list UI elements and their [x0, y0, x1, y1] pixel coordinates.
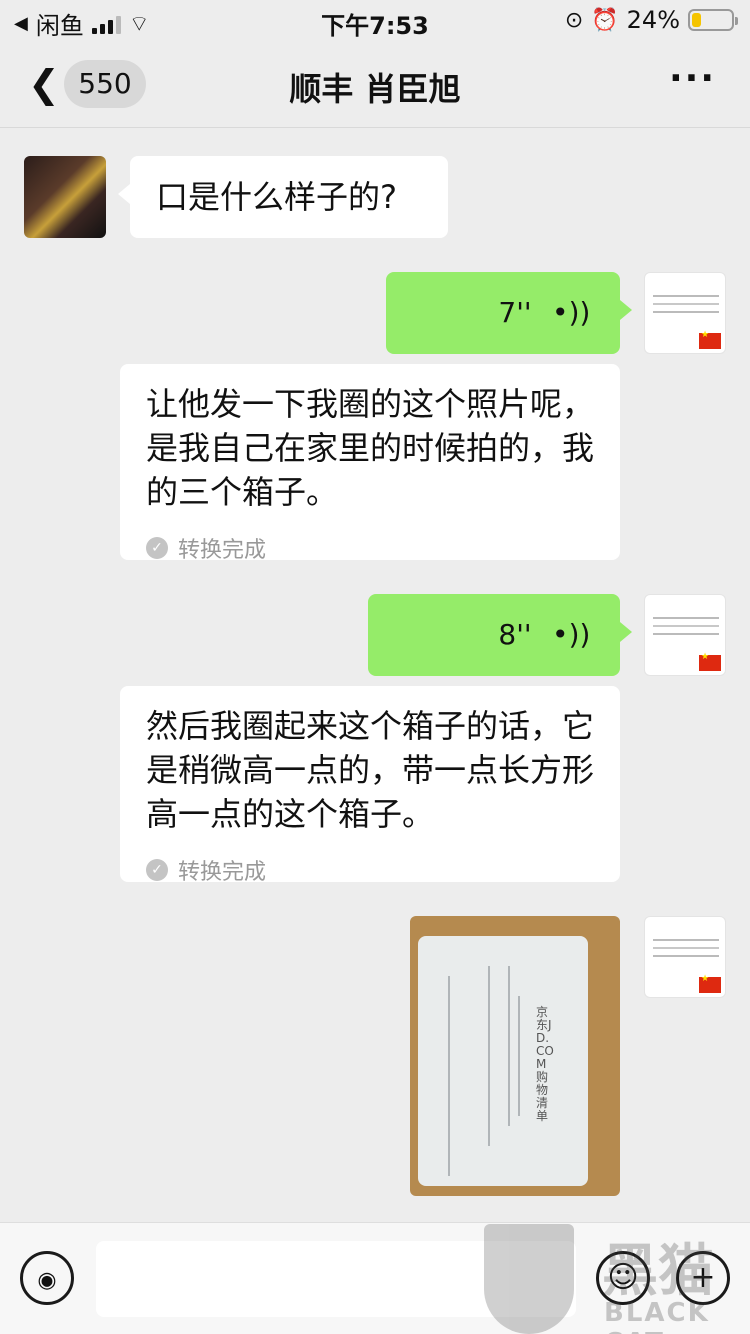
receipt-line — [508, 966, 510, 1126]
receipt-line — [518, 996, 520, 1116]
plus-icon: + — [690, 1260, 716, 1295]
message-text: 口是什么样子的? — [156, 178, 397, 216]
my-avatar[interactable] — [644, 594, 726, 676]
chat-title: 顺丰 肖臣旭 — [289, 70, 461, 108]
avatar-scribble — [653, 295, 719, 297]
voice-content: 8'' ((• — [368, 594, 620, 676]
battery-icon — [688, 9, 738, 31]
transcript-text: 让他发一下我圈的这个照片呢，是我自己在家里的时候拍的，我的三个箱子。 — [146, 385, 595, 511]
emoji-button[interactable]: ☺ — [596, 1251, 650, 1305]
flag-icon — [699, 652, 721, 671]
voice-toggle-icon: ◉ — [37, 1268, 57, 1293]
voice-wave-icon: ((• — [551, 296, 590, 329]
transcript-text: 然后我圈起来这个箱子的话，它是稍微高一点的，带一点长方形高一点的这个箱子。 — [146, 707, 595, 833]
transcript-status-label: 转换完成 — [178, 860, 267, 885]
status-right: ⊙ ⏰ 24% — [564, 6, 738, 34]
check-icon: ✓ — [146, 537, 168, 559]
check-icon: ✓ — [146, 859, 168, 881]
my-avatar[interactable] — [644, 272, 726, 354]
voice-duration: 7'' — [498, 296, 532, 329]
voice-transcript-card[interactable]: 让他发一下我圈的这个照片呢，是我自己在家里的时候拍的，我的三个箱子。 ✓ 转换完… — [120, 364, 620, 563]
voice-wave-icon: ((• — [551, 618, 590, 651]
receipt-line — [488, 966, 490, 1146]
voice-content: 7'' ((• — [386, 272, 620, 354]
chat-header: ❮ 550 顺丰 肖臣旭 ··· — [0, 40, 750, 128]
avatar-scribble — [653, 617, 719, 619]
transcript-status: ✓ 转换完成 — [146, 854, 594, 886]
receipt-line — [448, 976, 450, 1176]
my-avatar[interactable] — [644, 916, 726, 998]
message-input[interactable] — [96, 1241, 576, 1317]
incoming-message-bubble[interactable]: 口是什么样子的? — [118, 156, 448, 238]
battery-percent: 24% — [626, 6, 680, 34]
emoji-icon: ☺ — [607, 1260, 639, 1295]
contact-avatar[interactable] — [24, 156, 106, 238]
voice-transcript-card[interactable]: 然后我圈起来这个箱子的话，它是稍微高一点的，带一点长方形高一点的这个箱子。 ✓ … — [120, 686, 620, 885]
alarm-icon: ⏰ — [591, 7, 619, 33]
photo-message[interactable]: 京东JD.COM购物清单 — [410, 916, 620, 1196]
flag-icon — [699, 330, 721, 349]
voice-duration: 8'' — [498, 618, 532, 651]
voice-input-button[interactable]: ◉ — [20, 1251, 74, 1305]
transcript-status-label: 转换完成 — [178, 538, 267, 563]
status-bar: ◀ 闲鱼 ⌔ 下午7:53 ⊙ ⏰ 24% — [0, 0, 750, 40]
transcript-status: ✓ 转换完成 — [146, 532, 594, 564]
flag-icon — [699, 974, 721, 993]
receipt-paper: 京东JD.COM购物清单 — [418, 936, 588, 1186]
battery-level — [692, 13, 702, 27]
orientation-lock-icon: ⊙ — [564, 7, 584, 33]
receipt-title: 京东JD.COM购物清单 — [536, 1005, 554, 1123]
avatar-scribble — [653, 939, 719, 941]
voice-message-bubble[interactable]: 7'' ((• — [386, 272, 632, 354]
more-actions-button[interactable]: + — [676, 1251, 730, 1305]
input-bar: ◉ ☺ + — [0, 1222, 750, 1334]
more-options-icon[interactable]: ··· — [669, 58, 716, 99]
voice-message-bubble[interactable]: 8'' ((• — [368, 594, 632, 676]
